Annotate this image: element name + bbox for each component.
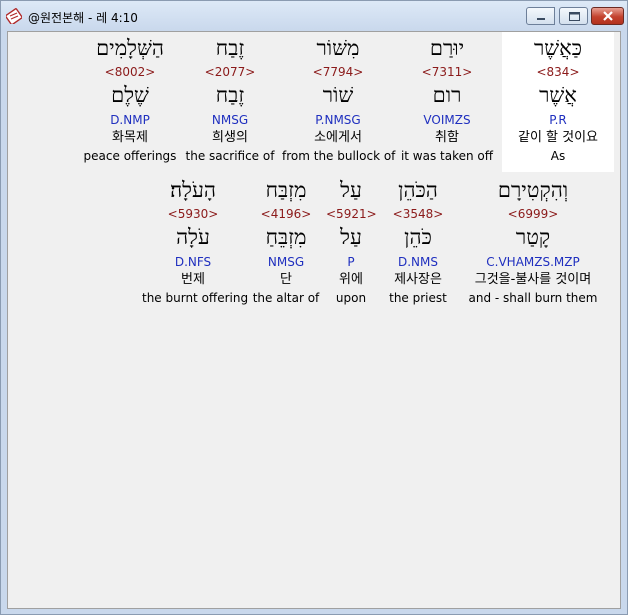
hebrew-root: שׁוֹר (322, 83, 354, 107)
hebrew-root: מִזְבֵּחַ (265, 225, 307, 249)
parsing-code: C.VHAMZS.MZP (486, 255, 580, 269)
word-cell[interactable]: יוּרַם <7311> רום VOIMZS 취함 it was taken… (394, 32, 500, 172)
strong-number[interactable]: <8002> (82, 65, 178, 79)
hebrew-word: הַשְּׁלָמִים (96, 36, 164, 60)
english-gloss: the burnt offering (142, 291, 249, 305)
hebrew-root: עֹלָה (176, 225, 210, 249)
hebrew-word: זֶבַח (215, 36, 245, 60)
hebrew-root: כֹּהֵן (404, 225, 432, 249)
strong-number[interactable]: <4196> (250, 207, 322, 221)
word-cell[interactable]: מִשּׁוֹר <7794> שׁוֹר P.NMSG 소에게서 from t… (282, 32, 396, 172)
hebrew-root: קָטַר (515, 225, 551, 249)
hebrew-root: אֲשֶׁר (539, 83, 577, 107)
maximize-icon (569, 12, 580, 21)
korean-gloss: 같이 할 것이요 (517, 130, 599, 145)
english-gloss: the altar of (252, 291, 320, 305)
title-bar[interactable]: @원전본해 - 레 4:10 (1, 1, 627, 31)
interlinear-content: כַּאֲשֶׁר <834> אֲשֶׁר P.R 같이 할 것이요 As י… (7, 31, 621, 609)
hebrew-root: רום (432, 83, 462, 107)
english-gloss: the priest (389, 291, 447, 305)
hebrew-word: כַּאֲשֶׁר (533, 36, 583, 60)
close-icon (603, 11, 613, 21)
hebrew-word: מִזְבַּח (265, 178, 307, 202)
word-cell[interactable]: הַשְּׁלָמִים <8002> שֶׁלֶם D.NMP 화목제 pea… (82, 32, 178, 172)
parsing-code: D.NMP (110, 113, 150, 127)
close-button[interactable] (591, 7, 624, 25)
korean-gloss: 소에게서 (314, 130, 362, 145)
korean-gloss: 위에 (339, 272, 363, 287)
maximize-button[interactable] (559, 7, 588, 25)
hebrew-word: וְהִקְטִירָם (497, 178, 569, 202)
parsing-code: D.NFS (174, 255, 212, 269)
hebrew-root: עַל (340, 225, 362, 249)
parsing-code: VOIMZS (423, 113, 471, 127)
hebrew-word: מִשּׁוֹר (316, 36, 360, 60)
word-cell[interactable]: מִזְבַּח <4196> מִזְבֵּחַ NMSG 단 the alt… (250, 174, 322, 314)
parsing-code: P (347, 255, 355, 269)
parsing-code: P.R (549, 113, 567, 127)
hebrew-word: הַכֹּהֵן (398, 178, 438, 202)
minimize-icon (537, 18, 545, 20)
strong-number[interactable]: <834> (502, 65, 614, 79)
hebrew-word: הָעֹלָה׃ (170, 178, 216, 202)
parsing-code: P.NMSG (315, 113, 361, 127)
korean-gloss: 화목제 (112, 130, 148, 145)
strong-number[interactable]: <5930> (142, 207, 244, 221)
korean-gloss: 번제 (181, 272, 205, 287)
english-gloss: from the bullock of (282, 149, 396, 163)
english-gloss: As (550, 149, 566, 163)
strong-number[interactable]: <2077> (184, 65, 276, 79)
strong-number[interactable]: <3548> (382, 207, 454, 221)
minimize-button[interactable] (526, 7, 555, 25)
english-gloss: it was taken off (400, 149, 494, 163)
strong-number[interactable]: <7311> (394, 65, 500, 79)
korean-gloss: 제사장은 (394, 272, 442, 287)
english-gloss: peace offerings (83, 149, 177, 163)
hebrew-word: עַל (340, 178, 362, 202)
korean-gloss: 희생의 (212, 130, 248, 145)
word-cell[interactable]: כַּאֲשֶׁר <834> אֲשֶׁר P.R 같이 할 것이요 As (502, 32, 614, 172)
word-cell[interactable]: וְהִקְטִירָם <6999> קָטַר C.VHAMZS.MZP 그… (460, 174, 606, 314)
parsing-code: NMSG (267, 255, 305, 269)
word-cell[interactable]: הָעֹלָה׃ <5930> עֹלָה D.NFS 번제 the burnt… (142, 174, 249, 314)
strong-number[interactable]: <7794> (282, 65, 394, 79)
parsing-code: D.NMS (397, 255, 438, 269)
interlinear-window: @원전본해 - 레 4:10 כַּאֲשֶׁר <834> אֲשֶׁר P.… (0, 0, 628, 615)
strong-number[interactable]: <6999> (460, 207, 606, 221)
hebrew-root: זֶבַח (215, 83, 245, 107)
strong-number[interactable]: <5921> (326, 207, 377, 221)
english-gloss: upon (335, 291, 367, 305)
word-cell[interactable]: הַכֹּהֵן <3548> כֹּהֵן D.NMS 제사장은 the pr… (382, 174, 454, 314)
word-cell[interactable]: זֶבַח <2077> זֶבַח NMSG 희생의 the sacrific… (184, 32, 276, 172)
korean-gloss: 그것을-불사를 것이며 (474, 272, 592, 287)
korean-gloss: 단 (280, 272, 292, 287)
window-title: @원전본해 - 레 4:10 (28, 11, 138, 25)
word-cell[interactable]: עַל <5921> עַל P 위에 upon (326, 174, 377, 314)
parsing-code: NMSG (211, 113, 249, 127)
english-gloss: the sacrifice of (185, 149, 275, 163)
hebrew-word: יוּרַם (429, 36, 465, 60)
english-gloss: and - shall burn them (468, 291, 598, 305)
hebrew-root: שֶׁלֶם (111, 83, 149, 107)
app-bible-icon[interactable] (5, 8, 23, 26)
korean-gloss: 취함 (435, 130, 459, 145)
